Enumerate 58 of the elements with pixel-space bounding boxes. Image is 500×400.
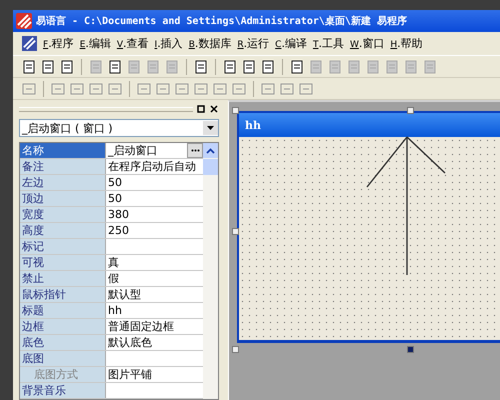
ellipsis-icon [190, 149, 200, 152]
menu-item[interactable]: C.编译 [275, 36, 307, 51]
property-name[interactable]: 顶边 [20, 191, 106, 206]
property-value[interactable]: 250 [106, 223, 203, 238]
property-name[interactable]: 可视 [20, 255, 106, 270]
property-value[interactable]: 在程序启动后自动 [106, 159, 203, 174]
property-value[interactable]: 380 [106, 207, 203, 222]
menu-item[interactable]: E.编辑 [80, 36, 111, 51]
property-name[interactable]: 底色 [20, 335, 106, 350]
menu-item[interactable]: H.帮助 [390, 36, 423, 51]
property-name[interactable]: 左边 [20, 175, 106, 190]
property-name[interactable]: 边框 [20, 319, 106, 334]
close-button[interactable] [209, 104, 219, 114]
window-title: 易语言 - C:\Documents and Settings\Administrator\桌面\新建 易程序 [36, 14, 407, 28]
property-name[interactable]: 禁止 [20, 271, 106, 286]
property-name[interactable]: 宽度 [20, 207, 106, 222]
form-title: hh [245, 118, 261, 132]
property-value[interactable]: 50 [106, 175, 203, 190]
menu-item[interactable]: W.窗口 [350, 36, 384, 51]
new-file-icon[interactable] [21, 58, 37, 74]
scrollbar[interactable] [203, 143, 218, 399]
ellipsis-button[interactable] [187, 143, 203, 158]
property-name[interactable]: 高度 [20, 223, 106, 238]
restore-button[interactable] [196, 104, 206, 114]
property-name[interactable]: 标记 [20, 239, 106, 254]
property-value[interactable]: hh [106, 303, 203, 318]
property-value[interactable]: 图片平铺 [106, 367, 203, 382]
app-logo-icon [22, 36, 37, 51]
menu-item[interactable]: F.程序 [43, 36, 74, 51]
menu-item[interactable]: B.数据库 [188, 36, 232, 51]
form-window[interactable]: hh [237, 111, 500, 343]
resize-handle[interactable] [232, 107, 239, 114]
app-logo-icon [16, 13, 32, 29]
scrollbar-thumb[interactable] [203, 159, 218, 175]
property-value[interactable]: _启动窗口 [106, 143, 203, 158]
resize-handle[interactable] [232, 346, 239, 353]
scroll-up-icon[interactable] [206, 148, 215, 154]
property-value[interactable]: 普通固定边框 [106, 319, 203, 334]
object-dropdown[interactable]: _启动窗口 ( 窗口 ) [19, 119, 219, 137]
property-value[interactable]: 真 [106, 255, 203, 270]
property-name[interactable]: 背景音乐 [20, 383, 106, 398]
property-value[interactable]: 默认底色 [106, 335, 203, 350]
property-name[interactable]: 名称 [20, 143, 106, 158]
property-name[interactable]: 鼠标指针 [20, 287, 106, 302]
resize-handle[interactable] [407, 107, 414, 114]
property-name[interactable]: 备注 [20, 159, 106, 174]
property-value[interactable]: 50 [106, 191, 203, 206]
menu-item[interactable]: V.查看 [116, 36, 149, 51]
resize-handle[interactable] [407, 346, 414, 353]
property-value[interactable]: 默认型 [106, 287, 203, 302]
menu-item[interactable]: R.运行 [237, 36, 270, 51]
menu-item[interactable]: I.插入 [154, 36, 183, 51]
menu-item[interactable]: T.工具 [312, 36, 344, 51]
resize-handle[interactable] [232, 228, 239, 235]
dropdown-arrow-icon [207, 126, 214, 130]
property-name[interactable]: 底图 [20, 351, 106, 366]
property-name[interactable]: 标题 [20, 303, 106, 318]
property-value[interactable]: 假 [106, 271, 203, 286]
